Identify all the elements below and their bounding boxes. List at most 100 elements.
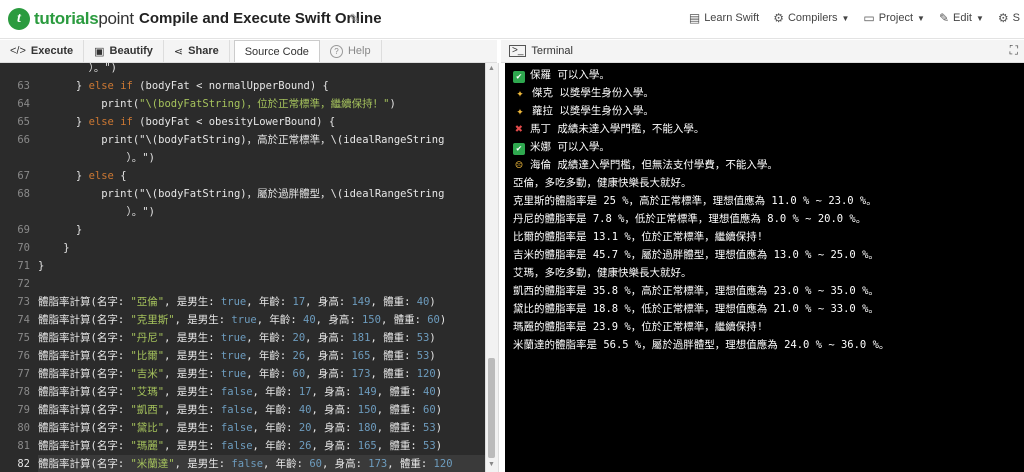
tab-source-code[interactable]: Source Code bbox=[233, 40, 320, 62]
terminal-line-text: 米娜 可以入學。 bbox=[530, 141, 610, 153]
terminal-line-text: 比爾的體脂率是 13.1 %，位於正常標準，繼續保持! bbox=[513, 231, 764, 243]
terminal-line: 米蘭達的體脂率是 56.5 %，屬於過胖體型，理想值應為 24.0 % ~ 36… bbox=[513, 336, 889, 354]
scroll-up-icon[interactable]: ▲ bbox=[488, 65, 495, 72]
line-number: 80 bbox=[17, 422, 30, 434]
code-line[interactable]: print("\(bodyFatString)，位於正常標準，繼續保持！") bbox=[38, 95, 396, 113]
code-line[interactable]: ）。") bbox=[38, 203, 155, 221]
line-number: 72 bbox=[17, 278, 30, 290]
code-line[interactable]: } else if (bodyFat < normalUpperBound) { bbox=[38, 77, 329, 95]
line-number: 63 bbox=[17, 80, 30, 92]
code-line[interactable]: 體脂率計算(名字: "吉米", 是男生: true, 年齡: 60, 身高: 1… bbox=[38, 365, 442, 383]
edit-menu[interactable]: ✎ Edit ▼ bbox=[939, 11, 984, 25]
terminal-title: Terminal bbox=[531, 45, 573, 57]
party-icon: ✦ bbox=[516, 86, 524, 100]
logo[interactable]: t tutorialspoint bbox=[8, 7, 134, 31]
check-icon: ✔ bbox=[513, 143, 525, 155]
edit-icon: ✎ bbox=[938, 11, 949, 25]
edit-title-icon[interactable]: ✎ bbox=[349, 11, 360, 27]
code-area[interactable]: ）。") } else if (bodyFat < normalUpperBou… bbox=[38, 63, 485, 472]
share-button[interactable]: ⋖ Share bbox=[164, 40, 230, 62]
code-line[interactable]: ）。") bbox=[38, 149, 155, 167]
terminal-line: 克里斯的體脂率是 25 %，高於正常標準，理想值應為 11.0 % ~ 23.0… bbox=[513, 192, 877, 210]
folder-icon: ▭ bbox=[863, 11, 875, 25]
line-number: 73 bbox=[17, 296, 30, 308]
code-line[interactable]: 體脂率計算(名字: "凱西", 是男生: false, 年齡: 40, 身高: … bbox=[38, 401, 442, 419]
share-icon: ⋖ bbox=[173, 45, 184, 58]
terminal-line: 比爾的體脂率是 13.1 %，位於正常標準，繼續保持! bbox=[513, 228, 763, 246]
code-line[interactable]: 體脂率計算(名字: "艾瑪", 是男生: false, 年齡: 17, 身高: … bbox=[38, 383, 442, 401]
terminal-icon: >_ bbox=[509, 45, 527, 57]
terminal-line: ✦ 蘿拉 以獎學生身份入學。 bbox=[513, 102, 654, 120]
project-menu[interactable]: ▭ Project ▼ bbox=[863, 11, 925, 25]
party-icon: ✦ bbox=[516, 104, 524, 118]
terminal-line-text: 海倫 成績達入學門檻，但無法支付學費，不能入學。 bbox=[530, 159, 778, 171]
line-number: 70 bbox=[17, 242, 30, 254]
code-line[interactable]: 體脂率計算(名字: "丹尼", 是男生: true, 年齡: 20, 身高: 1… bbox=[38, 329, 436, 347]
line-number: 69 bbox=[17, 224, 30, 236]
code-editor[interactable]: 63 64 65 66 67 68 69 70 71 72 73 74 75 76 77 78 79 80 81 82… bbox=[0, 63, 485, 472]
chevron-down-icon: ▼ bbox=[975, 13, 984, 23]
terminal-line: 瑪麗的體脂率是 23.9 %，位於正常標準，繼續保持! bbox=[513, 318, 763, 336]
settings-menu[interactable]: ⚙ S bbox=[998, 11, 1020, 25]
line-number: 74 bbox=[17, 314, 30, 326]
code-line[interactable]: print("\(bodyFatString)，高於正常標準，\(idealRa… bbox=[38, 131, 444, 149]
scroll-down-icon[interactable]: ▼ bbox=[488, 461, 495, 468]
page-title: Compile and Execute Swift Online bbox=[139, 10, 382, 27]
terminal-line-text: 吉米的體脂率是 45.7 %，屬於過胖體型，理想值應為 13.0 % ~ 25.… bbox=[513, 249, 879, 261]
code-line[interactable]: 體脂率計算(名字: "米蘭達", 是男生: false, 年齡: 60, 身高:… bbox=[38, 455, 453, 472]
code-line[interactable]: } else if (bodyFat < obesityLowerBound) … bbox=[38, 113, 335, 131]
code-line[interactable]: 體脂率計算(名字: "黛比", 是男生: false, 年齡: 20, 身高: … bbox=[38, 419, 442, 437]
editor-scrollbar[interactable]: ▲ ▼ bbox=[485, 63, 499, 472]
terminal-output[interactable]: ✔ 保羅 可以入學。 ✦ 傑克 以獎學生身份入學。 ✦ 蘿拉 以獎學生身份入學。 ✖ 馬丁 成… bbox=[505, 63, 1024, 472]
terminal-line: 吉米的體脂率是 45.7 %，屬於過胖體型，理想值應為 13.0 % ~ 25.… bbox=[513, 246, 879, 264]
editor-toolbar: </> Execute ▣ Beautify ⋖ Share Source Code … bbox=[0, 40, 497, 63]
line-number bbox=[0, 149, 30, 167]
terminal-line-text: 克里斯的體脂率是 25 %，高於正常標準，理想值應為 11.0 % ~ 23.0… bbox=[513, 195, 877, 207]
code-line[interactable]: } else { bbox=[38, 167, 127, 185]
code-line[interactable]: } bbox=[38, 239, 69, 257]
terminal-line: ✦ 傑克 以獎學生身份入學。 bbox=[513, 84, 654, 102]
line-number: 77 bbox=[17, 368, 30, 380]
line-number: 67 bbox=[17, 170, 30, 182]
line-number: 75 bbox=[17, 332, 30, 344]
terminal-line-text: 蘿拉 以獎學生身份入學。 bbox=[532, 105, 654, 117]
line-number-gutter: 63 64 65 66 67 68 69 70 71 72 73 74 75 76 77 78 79 80 81 82 bbox=[0, 63, 38, 472]
line-number: 65 bbox=[17, 116, 30, 128]
code-line[interactable]: 體脂率計算(名字: "比爾", 是男生: true, 年齡: 26, 身高: 1… bbox=[38, 347, 436, 365]
line-number: 71 bbox=[17, 260, 30, 272]
execute-button[interactable]: </> Execute bbox=[0, 40, 85, 62]
line-number: 82 bbox=[17, 458, 30, 470]
code-line[interactable]: print("\(bodyFatString)，屬於過胖體型，\(idealRa… bbox=[38, 185, 444, 203]
terminal-line-text: 艾瑪，多吃多動，健康快樂長大就好。 bbox=[513, 267, 692, 279]
code-line[interactable]: 體脂率計算(名字: "瑪麗", 是男生: false, 年齡: 26, 身高: … bbox=[38, 437, 442, 455]
line-number bbox=[0, 63, 30, 77]
learn-swift-menu[interactable]: ▤ Learn Swift bbox=[689, 11, 759, 25]
terminal-header: >_ Terminal ⛶ bbox=[501, 40, 1024, 63]
terminal-line-text: 馬丁 成績未達入學門檻，不能入學。 bbox=[530, 123, 705, 135]
expand-icon[interactable]: ⛶ bbox=[1010, 43, 1018, 58]
beautify-icon: ▣ bbox=[94, 45, 105, 58]
terminal-line: ✖ 馬丁 成績未達入學門檻，不能入學。 bbox=[513, 120, 704, 138]
code-line[interactable]: } bbox=[38, 257, 44, 275]
terminal-line: 黛比的體脂率是 18.8 %，低於正常標準，理想值應為 21.0 % ~ 33.… bbox=[513, 300, 879, 318]
terminal-line: 凱西的體脂率是 35.8 %，高於正常標準，理想值應為 23.0 % ~ 35.… bbox=[513, 282, 879, 300]
code-line[interactable]: ）。") bbox=[38, 63, 117, 77]
code-line[interactable]: 體脂率計算(名字: "亞倫", 是男生: true, 年齡: 17, 身高: 1… bbox=[38, 293, 436, 311]
beautify-button[interactable]: ▣ Beautify bbox=[84, 40, 164, 62]
terminal-line-text: 黛比的體脂率是 18.8 %，低於正常標準，理想值應為 21.0 % ~ 33.… bbox=[513, 303, 879, 315]
terminal-line-text: 凱西的體脂率是 35.8 %，高於正常標準，理想值應為 23.0 % ~ 35.… bbox=[513, 285, 879, 297]
terminal-line-text: 丹尼的體脂率是 7.8 %，低於正常標準，理想值應為 8.0 % ~ 20.0 … bbox=[513, 213, 867, 225]
help-button[interactable]: ? Help bbox=[320, 40, 382, 62]
compilers-menu[interactable]: ⚙ Compilers ▼ bbox=[773, 11, 849, 25]
code-line[interactable]: 體脂率計算(名字: "克里斯", 是男生: true, 年齡: 40, 身高: … bbox=[38, 311, 446, 329]
line-number bbox=[0, 203, 30, 221]
code-icon: </> bbox=[10, 45, 26, 57]
scrollbar-thumb[interactable] bbox=[488, 358, 495, 458]
gear-icon: ⚙ bbox=[773, 11, 784, 25]
terminal-line-text: 保羅 可以入學。 bbox=[530, 69, 610, 81]
line-number: 68 bbox=[17, 188, 30, 200]
terminal-line-text: 傑克 以獎學生身份入學。 bbox=[532, 87, 654, 99]
code-line[interactable]: } bbox=[38, 221, 82, 239]
terminal-line-text: 米蘭達的體脂率是 56.5 %，屬於過胖體型，理想值應為 24.0 % ~ 36… bbox=[513, 339, 890, 351]
sad-face-icon: ☹ bbox=[515, 158, 523, 172]
